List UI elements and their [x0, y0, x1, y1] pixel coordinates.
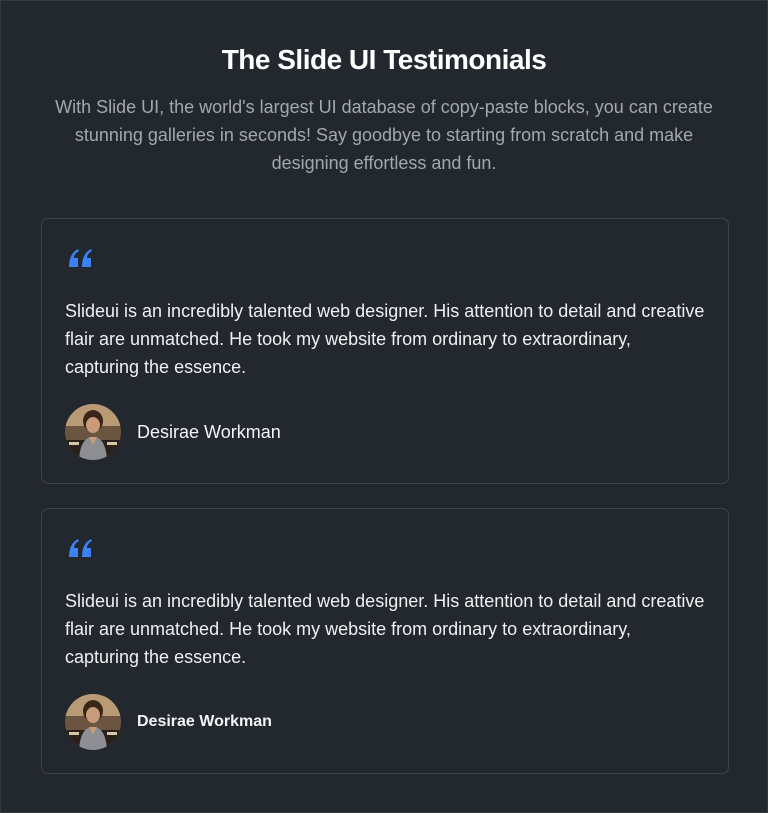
testimonial-card: Slideui is an incredibly talented web de…	[41, 218, 729, 484]
author-name: Desirae Workman	[137, 421, 281, 442]
quote-icon	[69, 249, 92, 267]
testimonial-quote: Slideui is an incredibly talented web de…	[65, 301, 705, 377]
page-subtitle: With Slide UI, the world's largest UI da…	[55, 97, 713, 173]
avatar	[65, 694, 121, 750]
testimonial-author: Desirae Workman	[65, 404, 281, 460]
testimonial-card: Slideui is an incredibly talented web de…	[41, 508, 729, 774]
testimonial-quote: Slideui is an incredibly talented web de…	[65, 591, 705, 667]
page-title: The Slide UI Testimonials	[221, 44, 547, 75]
author-name: Desirae Workman	[137, 713, 272, 730]
testimonials-section: The Slide UI Testimonials With Slide UI,…	[0, 0, 768, 813]
section-header: The Slide UI Testimonials With Slide UI,…	[1, 1, 767, 177]
testimonial-author: Desirae Workman	[65, 694, 272, 750]
avatar	[65, 404, 121, 460]
quote-icon	[69, 539, 92, 557]
